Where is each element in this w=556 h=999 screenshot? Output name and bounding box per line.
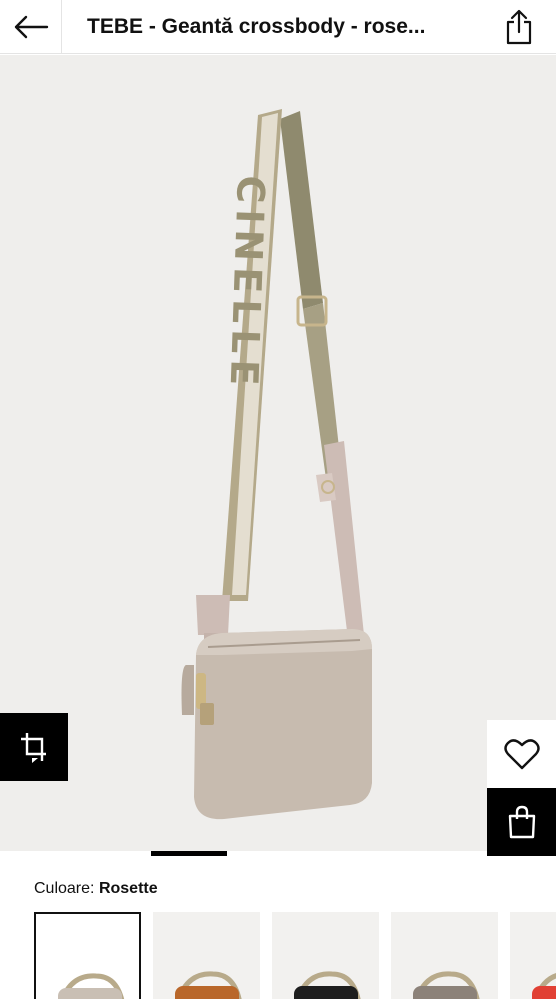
arrow-left-icon bbox=[14, 15, 48, 38]
product-image[interactable]: CINELLE bbox=[0, 55, 556, 851]
color-swatch[interactable] bbox=[391, 912, 498, 999]
color-selector-label: Culoare: Rosette bbox=[34, 880, 158, 898]
add-to-bag-button[interactable] bbox=[487, 788, 556, 856]
expand-icon bbox=[21, 733, 46, 763]
color-swatch[interactable] bbox=[153, 912, 260, 999]
back-button[interactable] bbox=[0, 0, 62, 54]
color-swatch-list bbox=[34, 912, 556, 999]
color-label: Culoare: bbox=[34, 880, 95, 897]
crossbody-bag-illustration: CINELLE bbox=[181, 109, 372, 820]
heart-icon bbox=[503, 739, 540, 770]
swatch-bag-thumbnail bbox=[532, 973, 556, 999]
page-title: TEBE - Geantă crossbody - rose... bbox=[87, 14, 426, 38]
top-bar: TEBE - Geantă crossbody - rose... bbox=[0, 0, 556, 54]
share-icon bbox=[506, 9, 532, 44]
shopping-bag-icon bbox=[508, 805, 535, 839]
svg-text:CINELLE: CINELLE bbox=[221, 175, 273, 393]
swatch-bag-thumbnail bbox=[294, 971, 361, 999]
gallery-progress-fill bbox=[151, 851, 227, 856]
fullscreen-button[interactable] bbox=[0, 713, 68, 781]
wishlist-button[interactable] bbox=[487, 720, 556, 788]
color-swatch[interactable] bbox=[272, 912, 379, 999]
product-page: TEBE - Geantă crossbody - rose... CINELL… bbox=[0, 0, 556, 999]
swatch-bag-thumbnail bbox=[58, 973, 125, 999]
share-button[interactable] bbox=[482, 0, 556, 54]
gallery-progress-bar bbox=[0, 851, 556, 856]
swatch-bag-thumbnail bbox=[175, 971, 242, 999]
color-swatch[interactable] bbox=[510, 912, 556, 999]
swatch-bag-thumbnail bbox=[413, 971, 480, 999]
color-swatch[interactable] bbox=[34, 912, 141, 999]
color-value: Rosette bbox=[98, 880, 158, 897]
